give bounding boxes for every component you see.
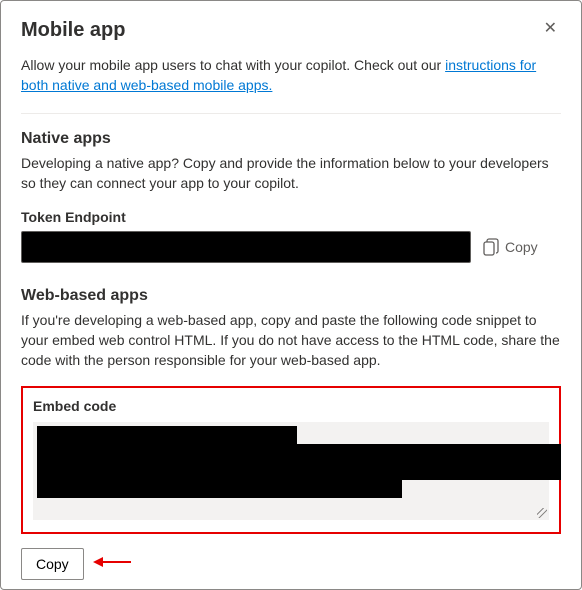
arrow-annotation xyxy=(93,555,131,569)
redaction-bar xyxy=(37,444,561,462)
native-apps-desc: Developing a native app? Copy and provid… xyxy=(21,154,561,193)
token-endpoint-input[interactable] xyxy=(21,231,471,263)
web-apps-title: Web-based apps xyxy=(21,287,561,305)
intro-text: Allow your mobile app users to chat with… xyxy=(21,56,561,95)
divider xyxy=(21,113,561,114)
close-icon[interactable]: ✕ xyxy=(540,19,561,39)
redaction-bar xyxy=(37,426,297,444)
token-endpoint-label: Token Endpoint xyxy=(21,209,561,225)
redaction-bar xyxy=(37,462,561,480)
copy-token-button[interactable]: Copy xyxy=(483,238,538,256)
copy-embed-button[interactable]: Copy xyxy=(21,548,84,580)
web-apps-desc: If you're developing a web-based app, co… xyxy=(21,311,561,370)
copy-token-label: Copy xyxy=(505,239,538,255)
embed-code-label: Embed code xyxy=(33,398,549,414)
arrow-left-icon xyxy=(93,555,131,569)
native-apps-title: Native apps xyxy=(21,130,561,148)
embed-code-group: Embed code xyxy=(21,386,561,534)
panel-header: Mobile app ✕ xyxy=(21,19,561,42)
mobile-app-panel: Mobile app ✕ Allow your mobile app users… xyxy=(0,0,582,590)
panel-title: Mobile app xyxy=(21,19,125,42)
copy-icon xyxy=(483,238,499,256)
token-row: Copy xyxy=(21,231,561,263)
intro-pre: Allow your mobile app users to chat with… xyxy=(21,57,445,73)
embed-code-textarea[interactable] xyxy=(33,422,549,520)
redaction-bar xyxy=(37,480,402,498)
